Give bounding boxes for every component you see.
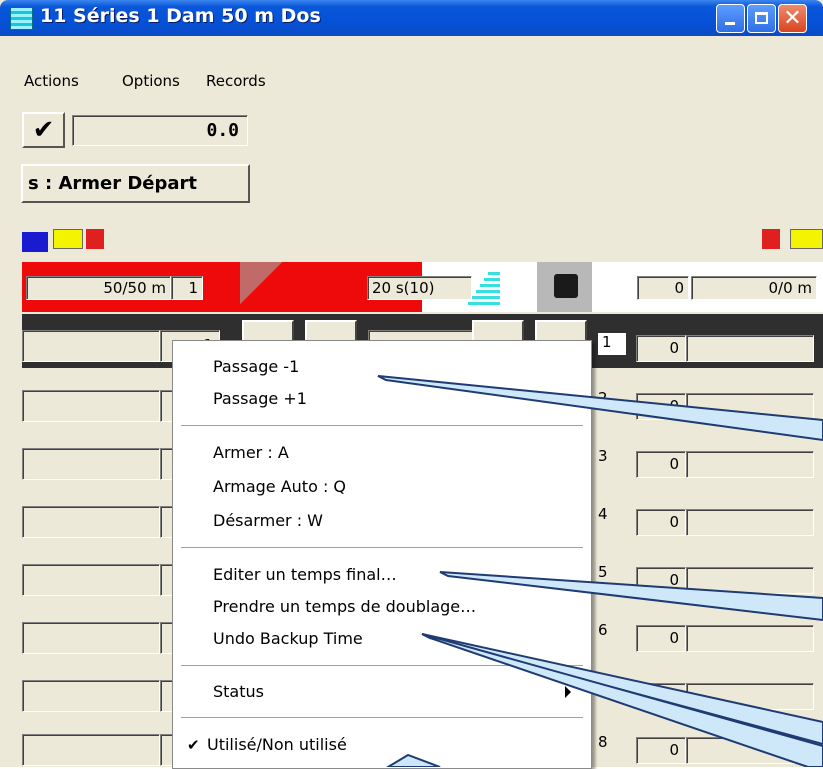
minimize-button[interactable] (716, 4, 745, 33)
time-limit-field: 20 s(10) (367, 276, 472, 300)
menu-item-edit-final-time[interactable]: Editer un temps final… (213, 565, 397, 584)
swimmer-lane-icon (53, 229, 83, 249)
menu-item-backup-time[interactable]: Prendre un temps de doublage… (213, 597, 476, 616)
menu-separator (181, 665, 583, 666)
distance-done-field: 0/0 m (691, 276, 817, 300)
lane-long-field (686, 683, 814, 710)
menu-item-passage-minus[interactable]: Passage -1 (213, 357, 299, 376)
lane-number: 8 (598, 733, 608, 751)
menu-actions[interactable]: Actions (24, 72, 79, 90)
title-bar: 11 Séries 1 Dam 50 m Dos ✕ (0, 0, 823, 36)
app-window: 11 Séries 1 Dam 50 m Dos ✕ Actions Optio… (0, 0, 823, 769)
lane-name-field (22, 506, 160, 538)
lane-number: 4 (598, 505, 608, 523)
validate-button[interactable]: ✔ (22, 112, 65, 148)
race-status-bar: 50/50 m 1 20 s(10) 0 0/0 m (22, 262, 823, 312)
close-icon: ✕ (783, 6, 802, 31)
starter-icon (554, 274, 578, 298)
menu-item-used-toggle[interactable]: Utilisé/Non utilisé (207, 735, 347, 754)
lane-long-field (686, 737, 814, 764)
lane-number: 5 (598, 563, 608, 581)
lane-name-field (22, 680, 160, 712)
menu-item-status[interactable]: Status (213, 682, 264, 701)
lane-number: 7 (598, 679, 608, 697)
lane-number: 2 (598, 389, 608, 407)
distance-field: 50/50 m (26, 276, 171, 300)
lap-stairs-icon (240, 262, 500, 312)
close-button[interactable]: ✕ (778, 4, 807, 33)
backstroke-flag-icon (86, 229, 104, 249)
pool-app-icon (10, 7, 33, 30)
menu-separator (181, 717, 583, 718)
lane-value: 0 (636, 335, 686, 362)
menu-separator (181, 425, 583, 426)
swimmer-lane-right-icon (790, 229, 823, 249)
lane-long-field (686, 335, 814, 362)
minimize-icon (725, 22, 735, 25)
lap-field: 1 (171, 276, 203, 300)
lane-value: 0 (636, 683, 686, 710)
lane-number: 1 (598, 333, 626, 355)
submenu-arrow-icon (565, 686, 571, 698)
lane-name-field (22, 622, 160, 654)
menu-item-armer[interactable]: Armer : A (213, 443, 289, 462)
lane-name-field (22, 390, 160, 422)
lane-name-field (22, 734, 160, 766)
start-block-icon (22, 232, 48, 252)
maximize-icon (755, 12, 768, 24)
window-title: 11 Séries 1 Dam 50 m Dos (40, 5, 321, 27)
lane-long-field (686, 625, 814, 652)
lane-1-name-field (22, 330, 160, 362)
context-menu: Passage -1 Passage +1 Armer : A Armage A… (172, 340, 592, 769)
lane-number: 6 (598, 621, 608, 639)
lane-long-field (686, 451, 814, 478)
check-icon: ✔ (187, 736, 200, 754)
menu-separator (181, 547, 583, 548)
time-display: 0.0 (72, 115, 248, 146)
menu-item-passage-plus[interactable]: Passage +1 (213, 389, 307, 408)
lane-long-field (686, 567, 814, 594)
lane-name-field (22, 564, 160, 596)
count-field: 0 (637, 276, 689, 300)
menu-records[interactable]: Records (206, 72, 266, 90)
lane-value: 0 (636, 567, 686, 594)
menu-item-armage-auto[interactable]: Armage Auto : Q (213, 477, 346, 496)
menu-item-undo-backup[interactable]: Undo Backup Time (213, 629, 363, 648)
lane-number: 3 (598, 447, 608, 465)
lane-long-field (686, 509, 814, 536)
lane-long-field (686, 393, 814, 420)
backstroke-flag-right-icon (762, 229, 780, 249)
lane-value: 0 (636, 451, 686, 478)
lane-value: 0 (636, 393, 686, 420)
lane-value: 0 (636, 737, 686, 764)
menu-options[interactable]: Options (122, 72, 180, 90)
arm-start-button[interactable]: s : Armer Départ (21, 164, 250, 203)
menu-item-desarmer[interactable]: Désarmer : W (213, 511, 323, 530)
lane-value: 0 (636, 509, 686, 536)
lane-value: 0 (636, 625, 686, 652)
lane-name-field (22, 448, 160, 480)
maximize-button[interactable] (747, 4, 776, 33)
